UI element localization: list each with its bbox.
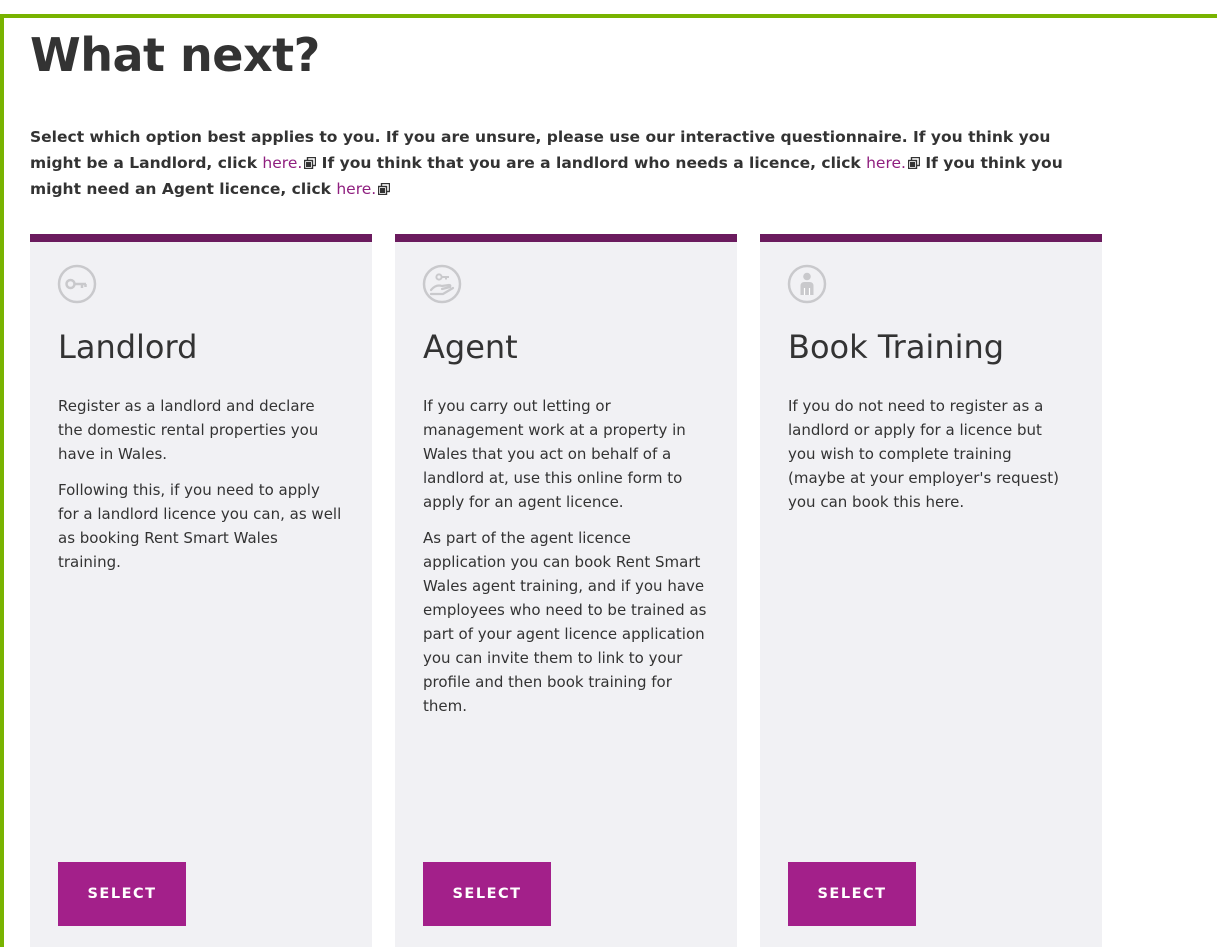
agent-questionnaire-link[interactable]: here. <box>336 180 376 198</box>
person-icon <box>787 264 827 304</box>
card-title: Landlord <box>58 328 198 366</box>
card-paragraph: If you do not need to register as a land… <box>788 397 1059 511</box>
landlord-questionnaire-link[interactable]: here. <box>262 154 302 172</box>
card-title: Book Training <box>788 328 1005 366</box>
page-title: What next? <box>30 28 320 82</box>
card-paragraph: Register as a landlord and declare the d… <box>58 397 319 463</box>
external-link-icon <box>378 183 391 195</box>
select-agent-button[interactable]: SELECT <box>423 862 551 926</box>
intro-text: Select which option best applies to you.… <box>30 124 1100 202</box>
intro-text-part: If you think that you are a landlord who… <box>316 154 867 172</box>
card-paragraph: If you carry out letting or management w… <box>423 397 686 511</box>
select-book-training-button[interactable]: SELECT <box>788 862 916 926</box>
card-paragraph: Following this, if you need to apply for… <box>58 481 342 571</box>
key-icon <box>57 264 97 304</box>
external-link-icon <box>304 157 317 169</box>
card-description: If you do not need to register as a land… <box>788 394 1073 526</box>
licence-questionnaire-link[interactable]: here. <box>866 154 906 172</box>
agent-card: Agent If you carry out letting or manage… <box>395 234 737 947</box>
book-training-card: Book Training If you do not need to regi… <box>760 234 1102 947</box>
card-description: If you carry out letting or management w… <box>423 394 708 730</box>
card-description: Register as a landlord and declare the d… <box>58 394 343 586</box>
landlord-card: Landlord Register as a landlord and decl… <box>30 234 372 947</box>
external-link-icon <box>907 157 920 169</box>
select-landlord-button[interactable]: SELECT <box>58 862 186 926</box>
hand-key-icon <box>422 264 462 304</box>
card-paragraph: As part of the agent licence application… <box>423 529 707 715</box>
card-title: Agent <box>423 328 518 366</box>
